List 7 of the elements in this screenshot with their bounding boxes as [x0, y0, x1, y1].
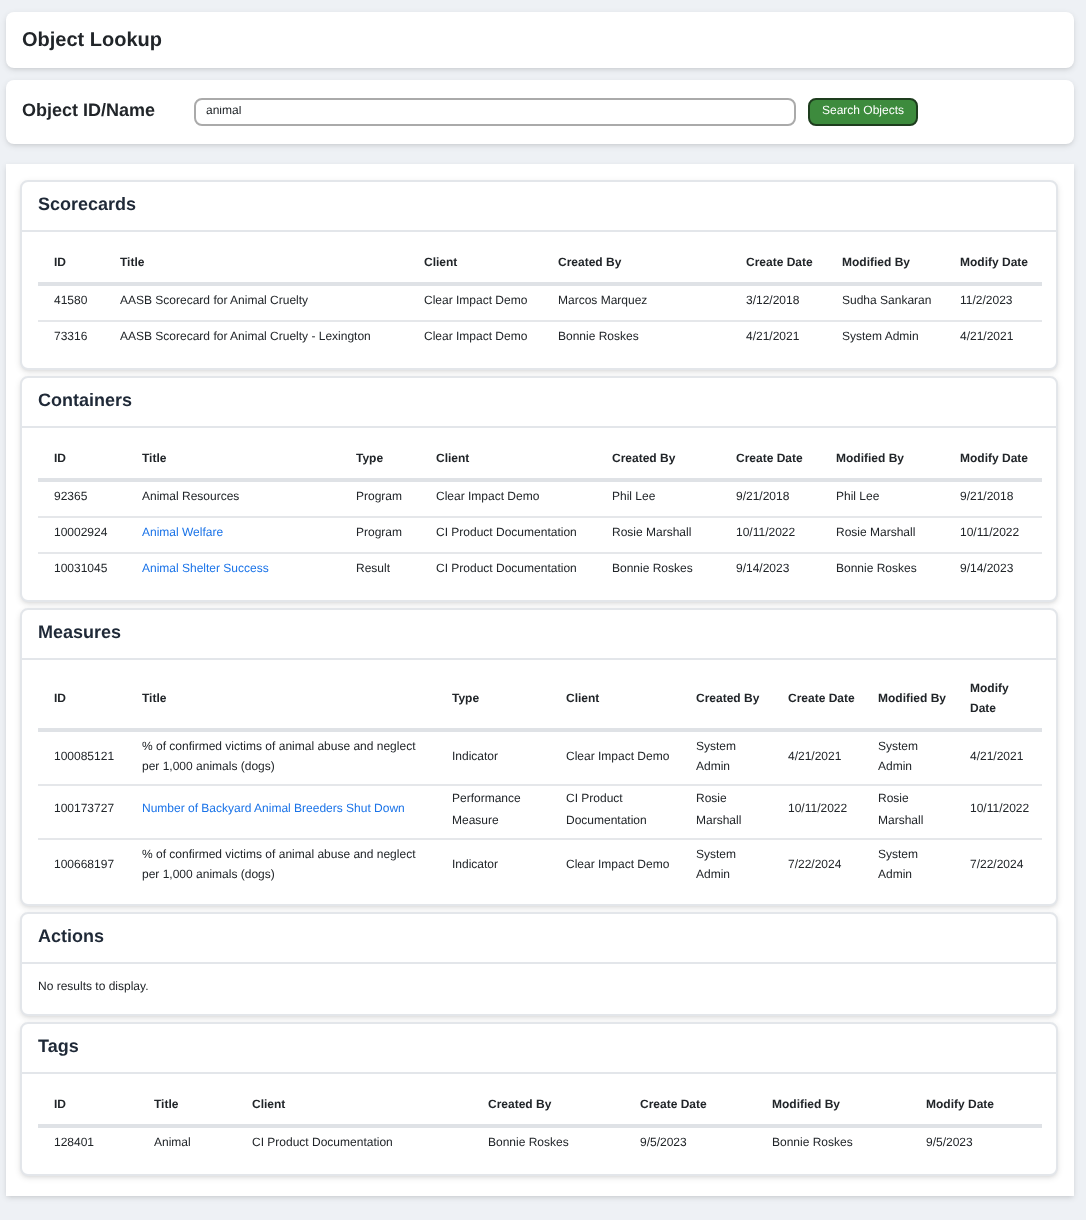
section-title: Tags [38, 1034, 79, 1061]
page-title: Object Lookup [22, 27, 162, 55]
search-label: Object ID/Name [22, 98, 158, 125]
section-title: Containers [38, 388, 133, 415]
section-title: Scorecards [38, 192, 137, 219]
section-title: Actions [38, 924, 105, 951]
section-title: Measures [38, 620, 122, 647]
